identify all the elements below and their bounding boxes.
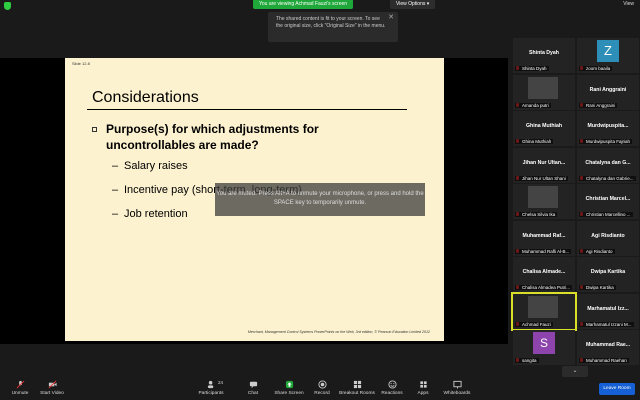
chevron-down-icon[interactable]: ⌄ [562, 366, 588, 377]
participant-label: Ghina Muthiah [515, 139, 554, 144]
participant-label: Rani Anggraini [579, 102, 618, 108]
avatar: S [533, 332, 555, 354]
participant-tile[interactable]: Achmad Fauzi [511, 291, 577, 331]
avatar: Z [597, 40, 619, 62]
participant-label: Muhammad Rafli Al-B... [515, 248, 572, 254]
participant-name: Chatalyna dan G... [585, 159, 631, 166]
participant-label: Chelsa Silvia Ika [515, 212, 558, 217]
participant-label: Achmad Fauzi [515, 321, 553, 327]
whiteboard-icon [452, 380, 462, 389]
slide-title: Considerations [92, 89, 199, 106]
participant-tile[interactable]: Muhammad Rae... Muhammad Raehan [577, 330, 639, 365]
participant-name: Shinta Dyah [529, 50, 559, 56]
participant-label: Muhammad Raehan [579, 358, 629, 363]
participant-tile[interactable]: Dwipa Kartika Dwipa Kartika [577, 257, 639, 292]
view-button[interactable]: View [623, 1, 634, 7]
bullet-icon [92, 127, 97, 132]
participant-name: Christian Marcel... [585, 196, 631, 202]
reactions-icon [387, 380, 397, 389]
chat-icon [249, 381, 257, 389]
participant-tile[interactable]: Zzoom baaila [577, 38, 639, 73]
participants-icon [207, 380, 213, 389]
participants-count: 24 [218, 380, 224, 385]
participant-name: Rani Anggraini [589, 86, 627, 93]
participant-name: Muhammad Raf... [522, 232, 566, 239]
video-thumbnail [528, 295, 558, 318]
breakout-rooms-icon [353, 380, 361, 389]
video-thumbnail [528, 76, 558, 99]
title-divider [87, 109, 407, 110]
shield-icon[interactable] [4, 2, 11, 10]
participant-label: Jihan Nur Ultan Shani [515, 175, 568, 181]
participant-name: Jihan Nur Ultan... [522, 159, 566, 166]
participant-label: zoom baaila [579, 66, 613, 71]
participant-tile[interactable]: Jihan Nur Ultan... Jihan Nur Ultan Shani [513, 147, 575, 183]
sub-bullet: – Salary raises [112, 160, 188, 172]
slide-footer: Merchant, Management Control Systems Pow… [247, 330, 430, 334]
participant-label: Chalisa Almadea Putri... [515, 285, 573, 290]
participant-name: Chalisa Almade... [522, 269, 566, 275]
participant-tile[interactable]: Christian Marcel... Christian Marcellino … [577, 184, 639, 219]
participant-tile[interactable]: Marhamatul Izz... Marhamatul Izzani M... [577, 293, 639, 329]
participant-label: Chatalyna dan Gabrie... [579, 175, 636, 181]
participant-tile[interactable]: Murdwipuspita... Murdwipuspita Fajriah [577, 111, 639, 146]
participant-label: Dwipa Kartika [579, 285, 616, 290]
participants-button[interactable]: Participants 24 [191, 380, 231, 396]
apps-icon [419, 381, 427, 388]
video-thumbnail [528, 186, 558, 208]
sub-bullet: – Job retention [112, 208, 188, 220]
participant-tile[interactable]: Ssangita [513, 330, 575, 365]
breakout-rooms-button[interactable]: Breakout Rooms [337, 380, 377, 396]
participant-label: Agi Risdianto [579, 248, 615, 254]
fit-tooltip: The shared content is fit to your screen… [268, 12, 398, 42]
participant-tile[interactable]: Muhammad Raf... Muhammad Rafli Al-B... [513, 220, 575, 256]
participant-name: Dwipa Kartika [590, 269, 626, 275]
participant-label: sangita [515, 358, 539, 363]
participant-label: Amanda putri [515, 102, 551, 108]
view-options-button[interactable]: View Options ▾ [390, 0, 436, 9]
tooltip-text: The shared content is fit to your screen… [276, 16, 386, 29]
participant-tile[interactable]: Ghina Muthiah Ghina Muthiah [513, 111, 575, 146]
participant-name: Murdwipuspita... [587, 123, 629, 129]
share-screen-icon [285, 380, 293, 389]
participant-tile[interactable]: Chatalyna dan G... Chatalyna dan Gabrie..… [577, 147, 639, 183]
mic-muted-icon [16, 380, 24, 389]
participant-name: Muhammad Rae... [585, 342, 631, 348]
slide-number: Slide 12.8 [72, 61, 90, 66]
video-off-icon [48, 380, 57, 389]
whiteboards-button[interactable]: Whiteboards [437, 380, 477, 396]
chat-button[interactable]: Chat [233, 380, 273, 396]
meeting-toolbar: Unmute Start Video Participants 24 Chat … [0, 378, 640, 400]
main-bullet: Purpose(s) for which adjustments for unc… [106, 122, 319, 152]
participant-tile[interactable]: Agi Risdianto Agi Risdianto [577, 220, 639, 256]
participant-label: Shinta Dyah [515, 66, 549, 71]
participant-tile[interactable]: Rani Anggraini Rani Anggraini [577, 74, 639, 110]
participant-name: Ghina Muthiah [525, 123, 563, 129]
participant-name: Agi Risdianto [591, 232, 625, 239]
participant-label: Christian Marcellino ... [579, 212, 633, 217]
record-button[interactable]: Record [302, 380, 342, 396]
participant-tile[interactable]: Shinta Dyah Shinta Dyah [513, 38, 575, 73]
top-bar: You are viewing Achmad Fauzi's screen Vi… [0, 0, 640, 10]
participant-label: Murdwipuspita Fajriah [579, 139, 633, 144]
participant-tile[interactable]: Chalisa Almade... Chalisa Almadea Putri..… [513, 257, 575, 292]
viewing-banner: You are viewing Achmad Fauzi's screen [253, 0, 354, 9]
participant-label: Marhamatul Izzani M... [579, 321, 634, 327]
start-video-button[interactable]: Start Video [32, 380, 72, 396]
participant-tile[interactable]: Chelsa Silvia Ika [513, 184, 575, 219]
close-icon[interactable]: ✕ [388, 14, 394, 21]
muted-toast: You are muted. Press Alt+A to unmute you… [215, 183, 425, 216]
participant-name: Marhamatul Izz... [587, 305, 629, 312]
participant-tile[interactable]: Amanda putri [513, 74, 575, 110]
leave-room-button[interactable]: Leave Room [599, 383, 635, 395]
record-icon [317, 380, 327, 389]
